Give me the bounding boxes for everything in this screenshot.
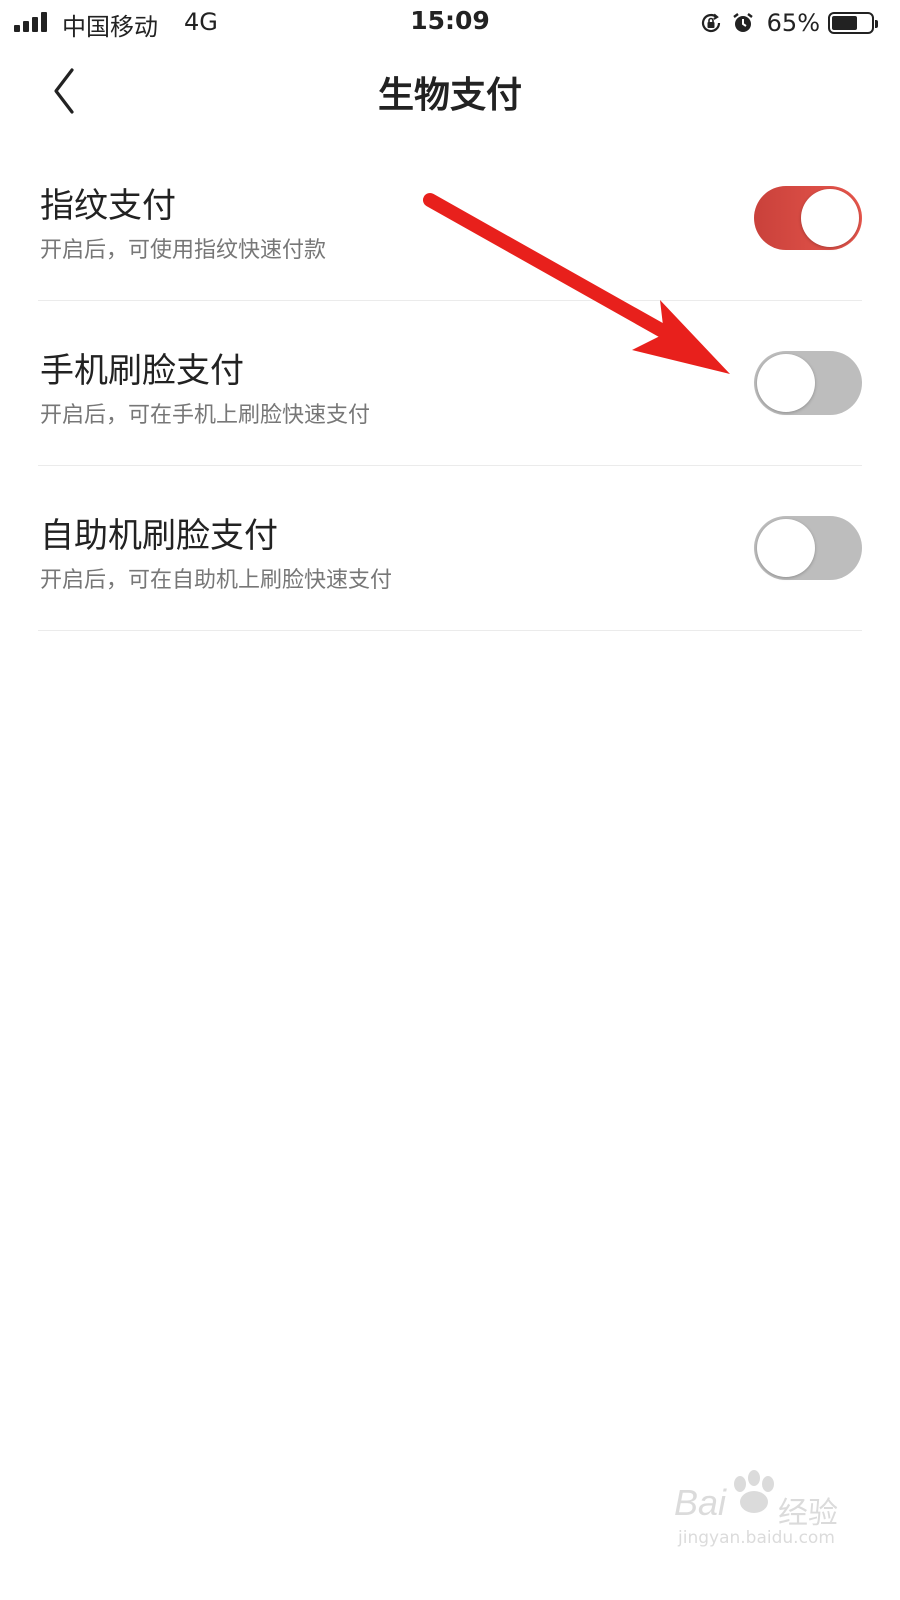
setting-row-kiosk-face-pay: 自助机刷脸支付 开启后，可在自助机上刷脸快速支付 (38, 466, 862, 631)
battery-fill (832, 16, 857, 30)
watermark-url: jingyan.baidu.com (678, 1528, 835, 1548)
fingerprint-pay-toggle[interactable] (754, 186, 862, 250)
alarm-icon (732, 13, 753, 32)
status-icons: 65% (699, 8, 878, 38)
setting-title: 手机刷脸支付 (40, 351, 244, 391)
setting-row-phone-face-pay: 手机刷脸支付 开启后，可在手机上刷脸快速支付 (38, 301, 862, 466)
setting-description: 开启后，可在手机上刷脸快速支付 (40, 403, 371, 428)
toggle-knob (757, 519, 815, 577)
setting-row-fingerprint-pay: 指纹支付 开启后，可使用指纹快速付款 (38, 136, 862, 301)
status-bar: 中国移动 4G 15:09 65% (0, 0, 900, 46)
toggle-knob (801, 189, 859, 247)
setting-description: 开启后，可使用指纹快速付款 (40, 238, 327, 263)
watermark-brand: Bai (674, 1482, 727, 1523)
baidu-jingyan-watermark: Bai 经验 jingyan.baidu.com (674, 1470, 854, 1560)
watermark-brand-sub: 经验 (778, 1496, 838, 1531)
battery-icon (828, 12, 878, 34)
nav-bar: 生物支付 (0, 46, 900, 136)
paw-logo-icon (734, 1470, 774, 1513)
battery-percent: 65% (766, 9, 820, 37)
page-title: 生物支付 (377, 75, 522, 116)
phone-face-pay-toggle[interactable] (754, 351, 862, 415)
settings-list: 指纹支付 开启后，可使用指纹快速付款 手机刷脸支付 开启后，可在手机上刷脸快速支… (0, 136, 900, 631)
setting-title: 自助机刷脸支付 (40, 516, 278, 556)
setting-description: 开启后，可在自助机上刷脸快速支付 (40, 568, 393, 593)
kiosk-face-pay-toggle[interactable] (754, 516, 862, 580)
rotation-lock-icon (701, 13, 720, 33)
toggle-knob (757, 354, 815, 412)
setting-title: 指纹支付 (40, 186, 176, 226)
